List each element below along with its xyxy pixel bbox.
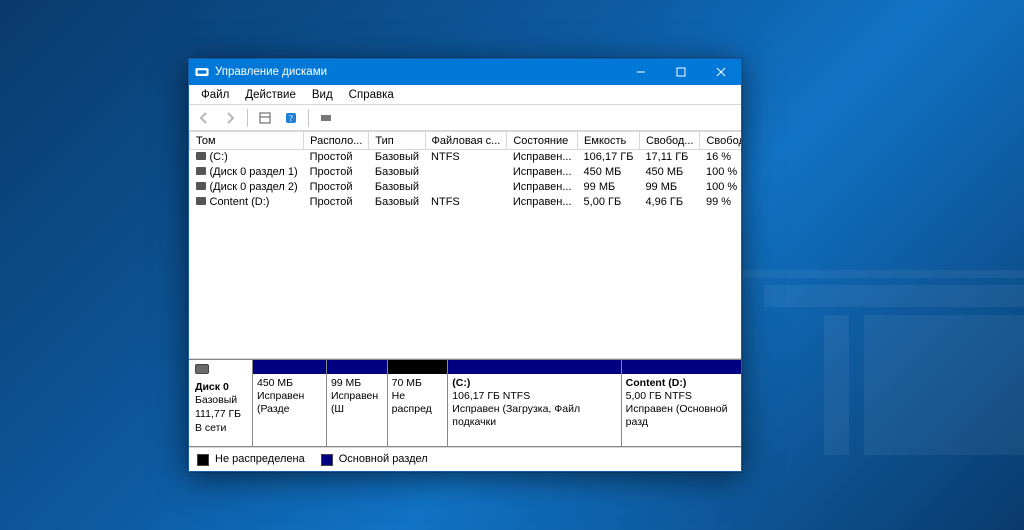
toolbar: ? (189, 105, 741, 131)
col-volume[interactable]: Том (190, 132, 304, 150)
menu-action[interactable]: Действие (237, 87, 304, 103)
col-status[interactable]: Состояние (507, 132, 578, 150)
partition-stripe (327, 360, 387, 374)
maximize-button[interactable] (661, 59, 701, 85)
disk-size: 111,77 ГБ (195, 408, 241, 420)
volume-icon (196, 182, 206, 190)
disk-label: Диск 0 (195, 381, 229, 393)
volume-icon (196, 152, 206, 160)
menu-help[interactable]: Справка (341, 87, 402, 103)
disk-type: Базовый (195, 394, 237, 406)
volume-icon (196, 167, 206, 175)
minimize-button[interactable] (621, 59, 661, 85)
col-freepct[interactable]: Свободно % (700, 132, 741, 150)
menubar: Файл Действие Вид Справка (189, 85, 741, 105)
col-fs[interactable]: Файловая с... (425, 132, 507, 150)
svg-text:?: ? (289, 113, 293, 123)
back-button[interactable] (193, 107, 215, 129)
toolbar-separator (308, 109, 309, 127)
disk-icon (195, 364, 209, 374)
legend-primary: Основной раздел (321, 453, 428, 465)
col-type[interactable]: Тип (369, 132, 425, 150)
volume-icon (196, 197, 206, 205)
disk-header[interactable]: Диск 0 Базовый 111,77 ГБ В сети (189, 360, 253, 446)
titlebar[interactable]: Управление дисками (189, 59, 741, 85)
disk-management-window: Управление дисками Файл Действие Вид Спр… (188, 58, 742, 472)
table-row[interactable]: (C:)ПростойБазовыйNTFSИсправен...106,17 … (190, 150, 742, 165)
col-capacity[interactable]: Емкость (578, 132, 640, 150)
menu-file[interactable]: Файл (193, 87, 237, 103)
volume-list-panel: Том Располо... Тип Файловая с... Состоян… (189, 131, 741, 359)
legend-unallocated: Не распределена (197, 453, 305, 465)
table-row[interactable]: Content (D:)ПростойБазовыйNTFSИсправен..… (190, 195, 742, 210)
partition[interactable]: Content (D:)5,00 ГБ NTFSИсправен (Основн… (622, 360, 741, 446)
show-hide-button[interactable] (254, 107, 276, 129)
help-button[interactable]: ? (280, 107, 302, 129)
partition[interactable]: 450 МБИсправен (Разде (253, 360, 327, 446)
toolbar-separator (247, 109, 248, 127)
table-header[interactable]: Том Располо... Тип Файловая с... Состоян… (190, 132, 742, 150)
refresh-button[interactable] (315, 107, 337, 129)
partition[interactable]: 70 МБНе распред (388, 360, 449, 446)
legend: Не распределена Основной раздел (189, 447, 741, 471)
table-row[interactable]: (Диск 0 раздел 1)ПростойБазовыйИсправен.… (190, 165, 742, 180)
window-title: Управление дисками (215, 66, 621, 78)
menu-view[interactable]: Вид (304, 87, 341, 103)
disk-map-panel: Диск 0 Базовый 111,77 ГБ В сети 450 МБИс… (189, 359, 741, 447)
col-layout[interactable]: Располо... (304, 132, 369, 150)
close-button[interactable] (701, 59, 741, 85)
volume-table: Том Располо... Тип Файловая с... Состоян… (189, 131, 741, 210)
partition-stripe (448, 360, 620, 374)
col-free[interactable]: Свобод... (639, 132, 700, 150)
partition-stripe (253, 360, 326, 374)
table-row[interactable]: (Диск 0 раздел 2)ПростойБазовыйИсправен.… (190, 180, 742, 195)
forward-button[interactable] (219, 107, 241, 129)
partition[interactable]: (C:)106,17 ГБ NTFSИсправен (Загрузка, Фа… (448, 360, 621, 446)
partition-stripe (388, 360, 448, 374)
app-icon (195, 65, 209, 79)
partition-stripe (622, 360, 741, 374)
partition-strip: 450 МБИсправен (Разде99 МБИсправен (Ш70 … (253, 360, 741, 446)
partition[interactable]: 99 МБИсправен (Ш (327, 360, 388, 446)
disk-state: В сети (195, 422, 226, 434)
